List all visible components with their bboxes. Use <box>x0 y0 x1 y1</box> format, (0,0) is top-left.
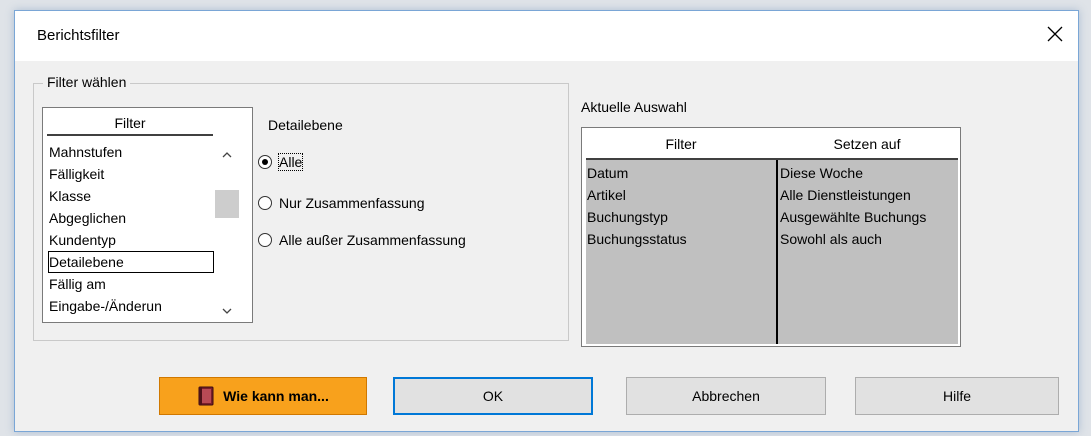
help-button[interactable]: Hilfe <box>855 377 1059 415</box>
ok-button[interactable]: OK <box>393 377 593 415</box>
how-to-label: Wie kann man... <box>223 388 329 404</box>
list-item-selected[interactable]: Detailebene <box>48 251 214 273</box>
value-column: Diese Woche Alle Dienstleistungen Ausgew… <box>780 162 956 250</box>
list-item[interactable]: Abgeglichen <box>48 207 214 229</box>
title-bar: Berichtsfilter <box>15 11 1078 61</box>
radio-all[interactable]: Alle <box>258 151 304 173</box>
how-to-button[interactable]: Wie kann man... <box>159 377 367 415</box>
cancel-label: Abbrechen <box>692 388 760 404</box>
radio-all-except-summary[interactable]: Alle außer Zusammenfassung <box>258 229 466 251</box>
table-cell: Buchungstyp <box>587 209 668 225</box>
radio-label: Nur Zusammenfassung <box>279 195 425 211</box>
ok-label: OK <box>482 388 504 404</box>
current-selection-label: Aktuelle Auswahl <box>581 99 687 115</box>
radio-circle[interactable] <box>258 196 272 210</box>
detail-level-label: Detailebene <box>268 117 343 133</box>
list-item[interactable]: Klasse <box>48 185 214 207</box>
list-item[interactable]: Fällig am <box>48 273 214 295</box>
list-item[interactable]: Fälligkeit <box>48 163 214 185</box>
radio-circle[interactable] <box>258 233 272 247</box>
column-divider <box>776 160 778 344</box>
radio-label: Alle außer Zusammenfassung <box>279 232 466 248</box>
filter-group-label: Filter wählen <box>43 74 131 90</box>
table-cell: Diese Woche <box>780 165 864 181</box>
current-selection-table: Filter Setzen auf Datum Artikel Buchungs… <box>581 127 961 347</box>
dialog-window: Berichtsfilter Filter wählen Filter Mahn… <box>14 10 1079 432</box>
radio-circle-checked[interactable] <box>258 155 272 169</box>
help-label: Hilfe <box>942 388 971 404</box>
cancel-button[interactable]: Abbrechen <box>626 377 826 415</box>
list-item[interactable]: Kundentyp <box>48 229 214 251</box>
radio-label: Alle <box>277 153 304 171</box>
list-item[interactable]: Eingabe-/Änderun <box>48 295 214 317</box>
table-cell: Buchungsstatus <box>587 231 687 247</box>
table-cell: Ausgewählte Buchungs <box>780 209 927 225</box>
close-icon <box>1047 26 1063 42</box>
filter-column: Datum Artikel Buchungstyp Buchungsstatus <box>587 162 773 250</box>
scroll-thumb[interactable] <box>215 190 239 218</box>
table-cell: Alle Dienstleistungen <box>780 187 911 203</box>
scroll-up-button[interactable] <box>215 146 239 164</box>
list-scrollbar[interactable] <box>215 142 239 320</box>
close-button[interactable] <box>1032 11 1078 57</box>
dialog-title: Berichtsfilter <box>37 27 120 44</box>
table-cell: Artikel <box>587 187 626 203</box>
selection-body: Datum Artikel Buchungstyp Buchungsstatus… <box>586 160 958 344</box>
column-header-set-to: Setzen auf <box>833 136 901 152</box>
scroll-down-button[interactable] <box>215 302 239 320</box>
list-item[interactable]: Mahnstufen <box>48 141 214 163</box>
book-icon <box>197 386 215 406</box>
filter-listbox[interactable]: Filter Mahnstufen Fälligkeit Klasse Abge… <box>42 107 253 323</box>
table-cell: Datum <box>587 165 629 181</box>
radio-summary-only[interactable]: Nur Zusammenfassung <box>258 192 425 214</box>
table-cell: Sowohl als auch <box>780 231 882 247</box>
chevron-up-icon <box>222 152 232 158</box>
filter-list-header: Filter <box>47 112 213 136</box>
column-header-filter: Filter <box>665 136 697 152</box>
filter-list-items: Mahnstufen Fälligkeit Klasse Abgeglichen… <box>48 141 214 317</box>
chevron-down-icon <box>222 308 232 314</box>
